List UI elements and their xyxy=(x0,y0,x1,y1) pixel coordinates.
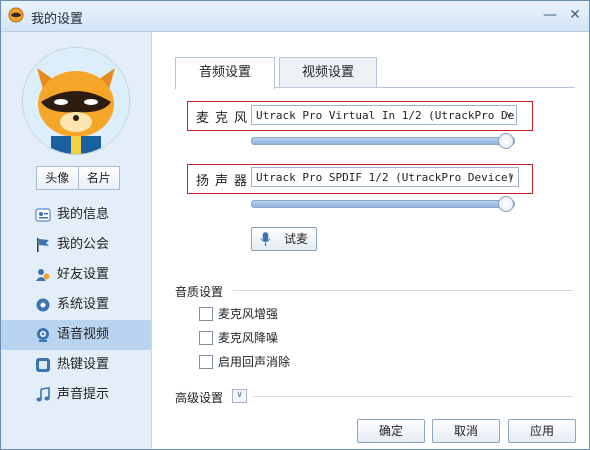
sidebar-item-hotkey-settings[interactable]: 热键设置 xyxy=(1,350,151,380)
sidebar-item-friend-settings[interactable]: 好友设置 xyxy=(1,260,151,290)
webcam-icon xyxy=(37,328,49,342)
friends-icon xyxy=(36,269,50,281)
settings-window: 我的设置 — ✕ 头像 名片 我的信息 我的公会 好友设置 系统设置 语音视频 … xyxy=(0,0,590,450)
keyboard-icon xyxy=(36,358,50,372)
advanced-divider xyxy=(253,396,573,397)
app-icon xyxy=(8,7,24,23)
quality-section-title: 音质设置 xyxy=(175,285,224,299)
mic-enhance-checkbox[interactable] xyxy=(199,307,213,321)
title-bar[interactable]: 我的设置 — ✕ xyxy=(1,1,589,32)
window-title: 我的设置 xyxy=(31,12,84,27)
chevron-down-icon: ∨ xyxy=(505,110,512,121)
ok-button[interactable]: 确定 xyxy=(357,419,425,443)
sidebar-item-system-settings[interactable]: 系统设置 xyxy=(1,290,151,320)
sidebar-item-label: 我的信息 xyxy=(57,207,110,222)
mic-enhance-label: 麦克风增强 xyxy=(218,307,279,321)
minimize-button[interactable]: — xyxy=(539,5,561,25)
sidebar-item-label: 语音视频 xyxy=(57,327,110,342)
sidebar-item-label: 好友设置 xyxy=(57,267,110,282)
flag-icon xyxy=(37,238,49,252)
avatar-namecard-switch: 头像 名片 xyxy=(36,166,120,190)
sidebar-item-label: 系统设置 xyxy=(57,297,110,312)
mic-noise-reduction-label: 麦克风降噪 xyxy=(218,331,279,345)
sidebar-item-label: 我的公会 xyxy=(57,237,110,252)
speaker-volume-slider[interactable] xyxy=(251,196,515,212)
mic-device-select[interactable]: Utrack Pro Virtual In 1/2 (UtrackPro De … xyxy=(251,105,517,125)
sidebar-item-label: 声音提示 xyxy=(57,387,110,402)
speaker-label: 扬声器 xyxy=(196,174,254,189)
test-mic-button[interactable]: 试麦 xyxy=(251,227,317,251)
echo-cancel-label: 启用回声消除 xyxy=(218,355,291,369)
speaker-device-select[interactable]: Utrack Pro SPDIF 1/2 (UtrackPro Device) … xyxy=(251,167,519,187)
speaker-volume-thumb[interactable] xyxy=(498,196,514,212)
chevron-down-icon: ∨ xyxy=(507,172,514,183)
sidebar: 头像 名片 我的信息 我的公会 好友设置 系统设置 语音视频 热键设置 声音提示 xyxy=(1,32,152,449)
music-note-icon xyxy=(36,387,50,402)
mic-volume-thumb[interactable] xyxy=(498,133,514,149)
apply-button[interactable]: 应用 xyxy=(508,419,576,443)
quality-divider xyxy=(233,290,573,291)
mic-noise-reduction-checkbox[interactable] xyxy=(199,331,213,345)
tab-audio-settings[interactable]: 音频设置 xyxy=(175,57,275,89)
mic-device-value: Utrack Pro Virtual In 1/2 (UtrackPro De xyxy=(256,109,515,122)
avatar[interactable] xyxy=(23,48,129,154)
sidebar-item-my-guild[interactable]: 我的公会 xyxy=(1,230,151,260)
mic-label: 麦克风 xyxy=(196,111,254,126)
raccoon-mascot-icon xyxy=(23,48,129,154)
sidebar-item-label: 热键设置 xyxy=(57,357,110,372)
mic-volume-slider[interactable] xyxy=(251,133,515,149)
gear-icon xyxy=(36,298,50,312)
close-button[interactable]: ✕ xyxy=(564,5,586,25)
namecard-tab[interactable]: 名片 xyxy=(79,167,120,189)
sidebar-item-sound-alerts[interactable]: 声音提示 xyxy=(1,380,151,410)
test-mic-label: 试麦 xyxy=(284,232,309,246)
id-card-icon xyxy=(35,208,51,222)
tab-video-settings[interactable]: 视频设置 xyxy=(279,57,377,88)
cancel-button[interactable]: 取消 xyxy=(432,419,500,443)
advanced-expand-toggle[interactable]: ∨ xyxy=(232,389,247,403)
echo-cancel-checkbox[interactable] xyxy=(199,355,213,369)
avatar-tab[interactable]: 头像 xyxy=(37,167,79,189)
advanced-section-title: 高级设置 xyxy=(175,391,224,405)
settings-menu: 我的信息 我的公会 好友设置 系统设置 语音视频 热键设置 声音提示 xyxy=(1,200,151,410)
microphone-icon xyxy=(260,232,271,246)
sidebar-item-my-info[interactable]: 我的信息 xyxy=(1,200,151,230)
speaker-device-value: Utrack Pro SPDIF 1/2 (UtrackPro Device) xyxy=(256,171,515,184)
sidebar-item-voice-video[interactable]: 语音视频 xyxy=(1,320,151,350)
